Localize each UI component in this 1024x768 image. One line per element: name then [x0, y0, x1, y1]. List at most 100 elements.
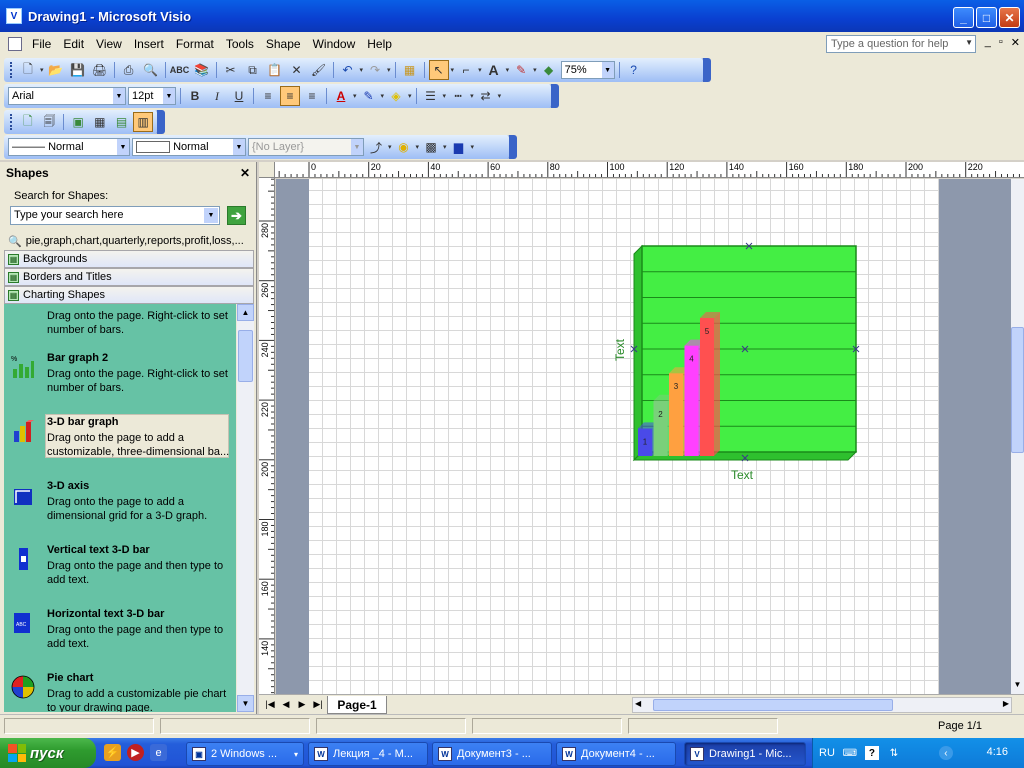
font-size-select[interactable]: 12pt ▼ — [128, 87, 176, 105]
ink-tool-icon[interactable]: ◆ — [539, 60, 559, 80]
task-lecture-doc[interactable]: W Лекция _4 - М... — [308, 742, 428, 766]
line-weight-icon[interactable]: ☰ — [421, 86, 441, 106]
scroll-thumb[interactable] — [238, 330, 253, 382]
menu-file[interactable]: File — [26, 35, 57, 53]
align-center-icon[interactable]: ≡ — [280, 86, 300, 106]
layer-select[interactable]: {No Layer} ▼ — [248, 138, 364, 156]
language-indicator[interactable]: RU — [819, 747, 835, 759]
undo-icon[interactable]: ↶ — [338, 60, 358, 80]
text-tool-icon[interactable]: A — [484, 60, 504, 80]
menu-shape[interactable]: Shape — [260, 35, 307, 53]
permission-icon[interactable]: 🖨 — [90, 60, 110, 80]
fill-color-icon[interactable]: ◈ — [386, 86, 406, 106]
master-pie-chart[interactable]: Pie chart Drag to add a customizable pie… — [4, 670, 236, 712]
zoom-select[interactable]: 75% ▼ — [560, 61, 615, 79]
research-icon[interactable]: 📚 — [192, 60, 212, 80]
visio-app-icon[interactable]: V — [6, 8, 22, 24]
delete-icon[interactable]: ✕ — [287, 60, 307, 80]
font-color-icon[interactable]: A — [331, 86, 351, 106]
stencil-scrollbar[interactable]: ▲ ▼ — [237, 304, 254, 712]
last-page-icon[interactable]: ▶| — [311, 697, 325, 711]
maximize-button[interactable]: □ — [976, 7, 997, 28]
menu-tools[interactable]: Tools — [220, 35, 260, 53]
scroll-down-icon[interactable]: ▼ — [237, 695, 254, 712]
shape-fill-icon[interactable]: ◉ — [394, 137, 414, 157]
group-icon[interactable]: ▦ — [90, 112, 110, 132]
cut-icon[interactable]: ✂ — [221, 60, 241, 80]
master-3d-axis[interactable]: 3-D axis Drag onto the page to add a dim… — [4, 478, 236, 538]
connector-routing-icon[interactable]: ⤴ — [366, 137, 386, 157]
bold-button[interactable]: B — [185, 86, 205, 106]
pencil-tool-icon[interactable]: ✎ — [511, 60, 531, 80]
chevron-down-icon[interactable]: ▼ — [204, 208, 218, 223]
browser-icon[interactable]: e — [150, 744, 167, 761]
drawing-canvas[interactable]: 1 2 3 4 5 Text Text — [276, 179, 1011, 694]
network-icon[interactable]: ⇅ — [887, 746, 901, 760]
stencil-backgrounds[interactable]: ▦ Backgrounds — [4, 250, 254, 268]
line-pattern-icon[interactable]: ┅ — [448, 86, 468, 106]
align-right-icon[interactable]: ≡ — [302, 86, 322, 106]
horizontal-scrollbar[interactable]: ◀ ▶ — [632, 697, 1012, 713]
shape-search-input[interactable]: Type your search here ▼ — [10, 206, 220, 225]
menu-insert[interactable]: Insert — [128, 35, 170, 53]
minimize-button[interactable]: _ — [953, 7, 974, 28]
layout-icon[interactable]: ▥ — [133, 112, 154, 132]
menu-edit[interactable]: Edit — [57, 35, 90, 53]
close-button[interactable]: ✕ — [999, 7, 1020, 28]
first-page-icon[interactable]: |◀ — [263, 697, 277, 711]
chevron-down-icon[interactable]: ▼ — [965, 38, 973, 47]
stencil-search-results[interactable]: 🔍 pie,graph,chart,quarterly,reports,profi… — [4, 232, 254, 250]
line-ends-icon[interactable]: ⇄ — [476, 86, 496, 106]
task-drawing1[interactable]: V Drawing1 - Mic... — [684, 742, 806, 766]
horizontal-ruler[interactable]: 0 20 40 60 80 100 120 140 160 180 200 220 — [275, 162, 1024, 178]
stencil-borders-titles[interactable]: ▦ Borders and Titles — [4, 268, 254, 286]
doc-restore-button[interactable]: ▫ — [999, 36, 1003, 49]
help-tray-icon[interactable]: ? — [864, 746, 879, 760]
scroll-up-icon[interactable]: ▲ — [237, 304, 254, 321]
document-icon[interactable] — [8, 37, 22, 51]
menu-window[interactable]: Window — [307, 35, 362, 53]
shapes-close-icon[interactable]: ✕ — [240, 166, 250, 180]
connector-tool-icon[interactable]: ⌐ — [456, 60, 476, 80]
spelling-icon[interactable]: ABC — [170, 60, 190, 80]
help-search-input[interactable]: Type a question for help ▼ — [826, 35, 976, 53]
help-icon[interactable]: ? — [624, 60, 644, 80]
scroll-right-icon[interactable]: ▶ — [1003, 699, 1009, 708]
ruler-corner[interactable] — [259, 162, 275, 178]
menu-view[interactable]: View — [90, 35, 128, 53]
master-bar-graph-1[interactable]: Drag onto the page. Right-click to set n… — [4, 304, 236, 352]
next-page-icon[interactable]: ▶ — [295, 697, 309, 711]
pointer-tool-icon[interactable]: ↖ — [428, 60, 449, 80]
master-3d-bar-graph[interactable]: 3-D bar graph Drag onto the page to add … — [4, 414, 236, 474]
scroll-thumb[interactable] — [1011, 327, 1024, 453]
line-style-select[interactable]: ——— Normal ▼ — [8, 138, 130, 156]
open-icon[interactable]: 📂 — [46, 60, 66, 80]
copy-icon[interactable]: ⧉ — [243, 60, 263, 80]
font-select[interactable]: Arial ▼ — [8, 87, 126, 105]
menu-help[interactable]: Help — [361, 35, 398, 53]
underline-button[interactable]: U — [229, 86, 249, 106]
line-color-icon[interactable]: ✎ — [359, 86, 379, 106]
paste-icon[interactable]: 📋 — [265, 60, 285, 80]
media-player-icon[interactable]: ▶ — [127, 744, 144, 761]
master-horizontal-text-3d-bar[interactable]: ABC Horizontal text 3-D bar Drag onto th… — [4, 606, 236, 666]
menu-format[interactable]: Format — [170, 35, 220, 53]
print-icon[interactable]: ⎙ — [119, 60, 139, 80]
italic-button[interactable]: I — [207, 86, 227, 106]
save-icon[interactable]: 💾 — [68, 60, 88, 80]
shadow-icon[interactable]: ▆ — [449, 137, 469, 157]
format-painter-icon[interactable]: 🖌 — [309, 60, 329, 80]
stencil-charting-shapes[interactable]: ▦ Charting Shapes — [4, 286, 254, 304]
quicklaunch-icon-1[interactable]: ⚡ — [104, 744, 121, 761]
keyboard-icon[interactable]: ⌨ — [843, 746, 857, 760]
shapes-window-icon[interactable]: ▦ — [400, 60, 420, 80]
shape-icon[interactable]: ▣ — [68, 112, 88, 132]
3d-bar-graph-shape[interactable]: 1 2 3 4 5 Text Text — [276, 179, 1011, 694]
task-document3[interactable]: W Документ3 - ... — [432, 742, 552, 766]
layers-icon[interactable]: ▤ — [112, 112, 132, 132]
vertical-scrollbar[interactable]: ▼ — [1011, 179, 1024, 694]
redo-icon[interactable]: ↷ — [365, 60, 385, 80]
doc-close-button[interactable]: ✕ — [1011, 36, 1020, 49]
vertical-ruler[interactable]: 280 260 240 220 200 180 160 140 — [259, 178, 275, 694]
new-icon[interactable]: 🗋 — [18, 60, 38, 80]
